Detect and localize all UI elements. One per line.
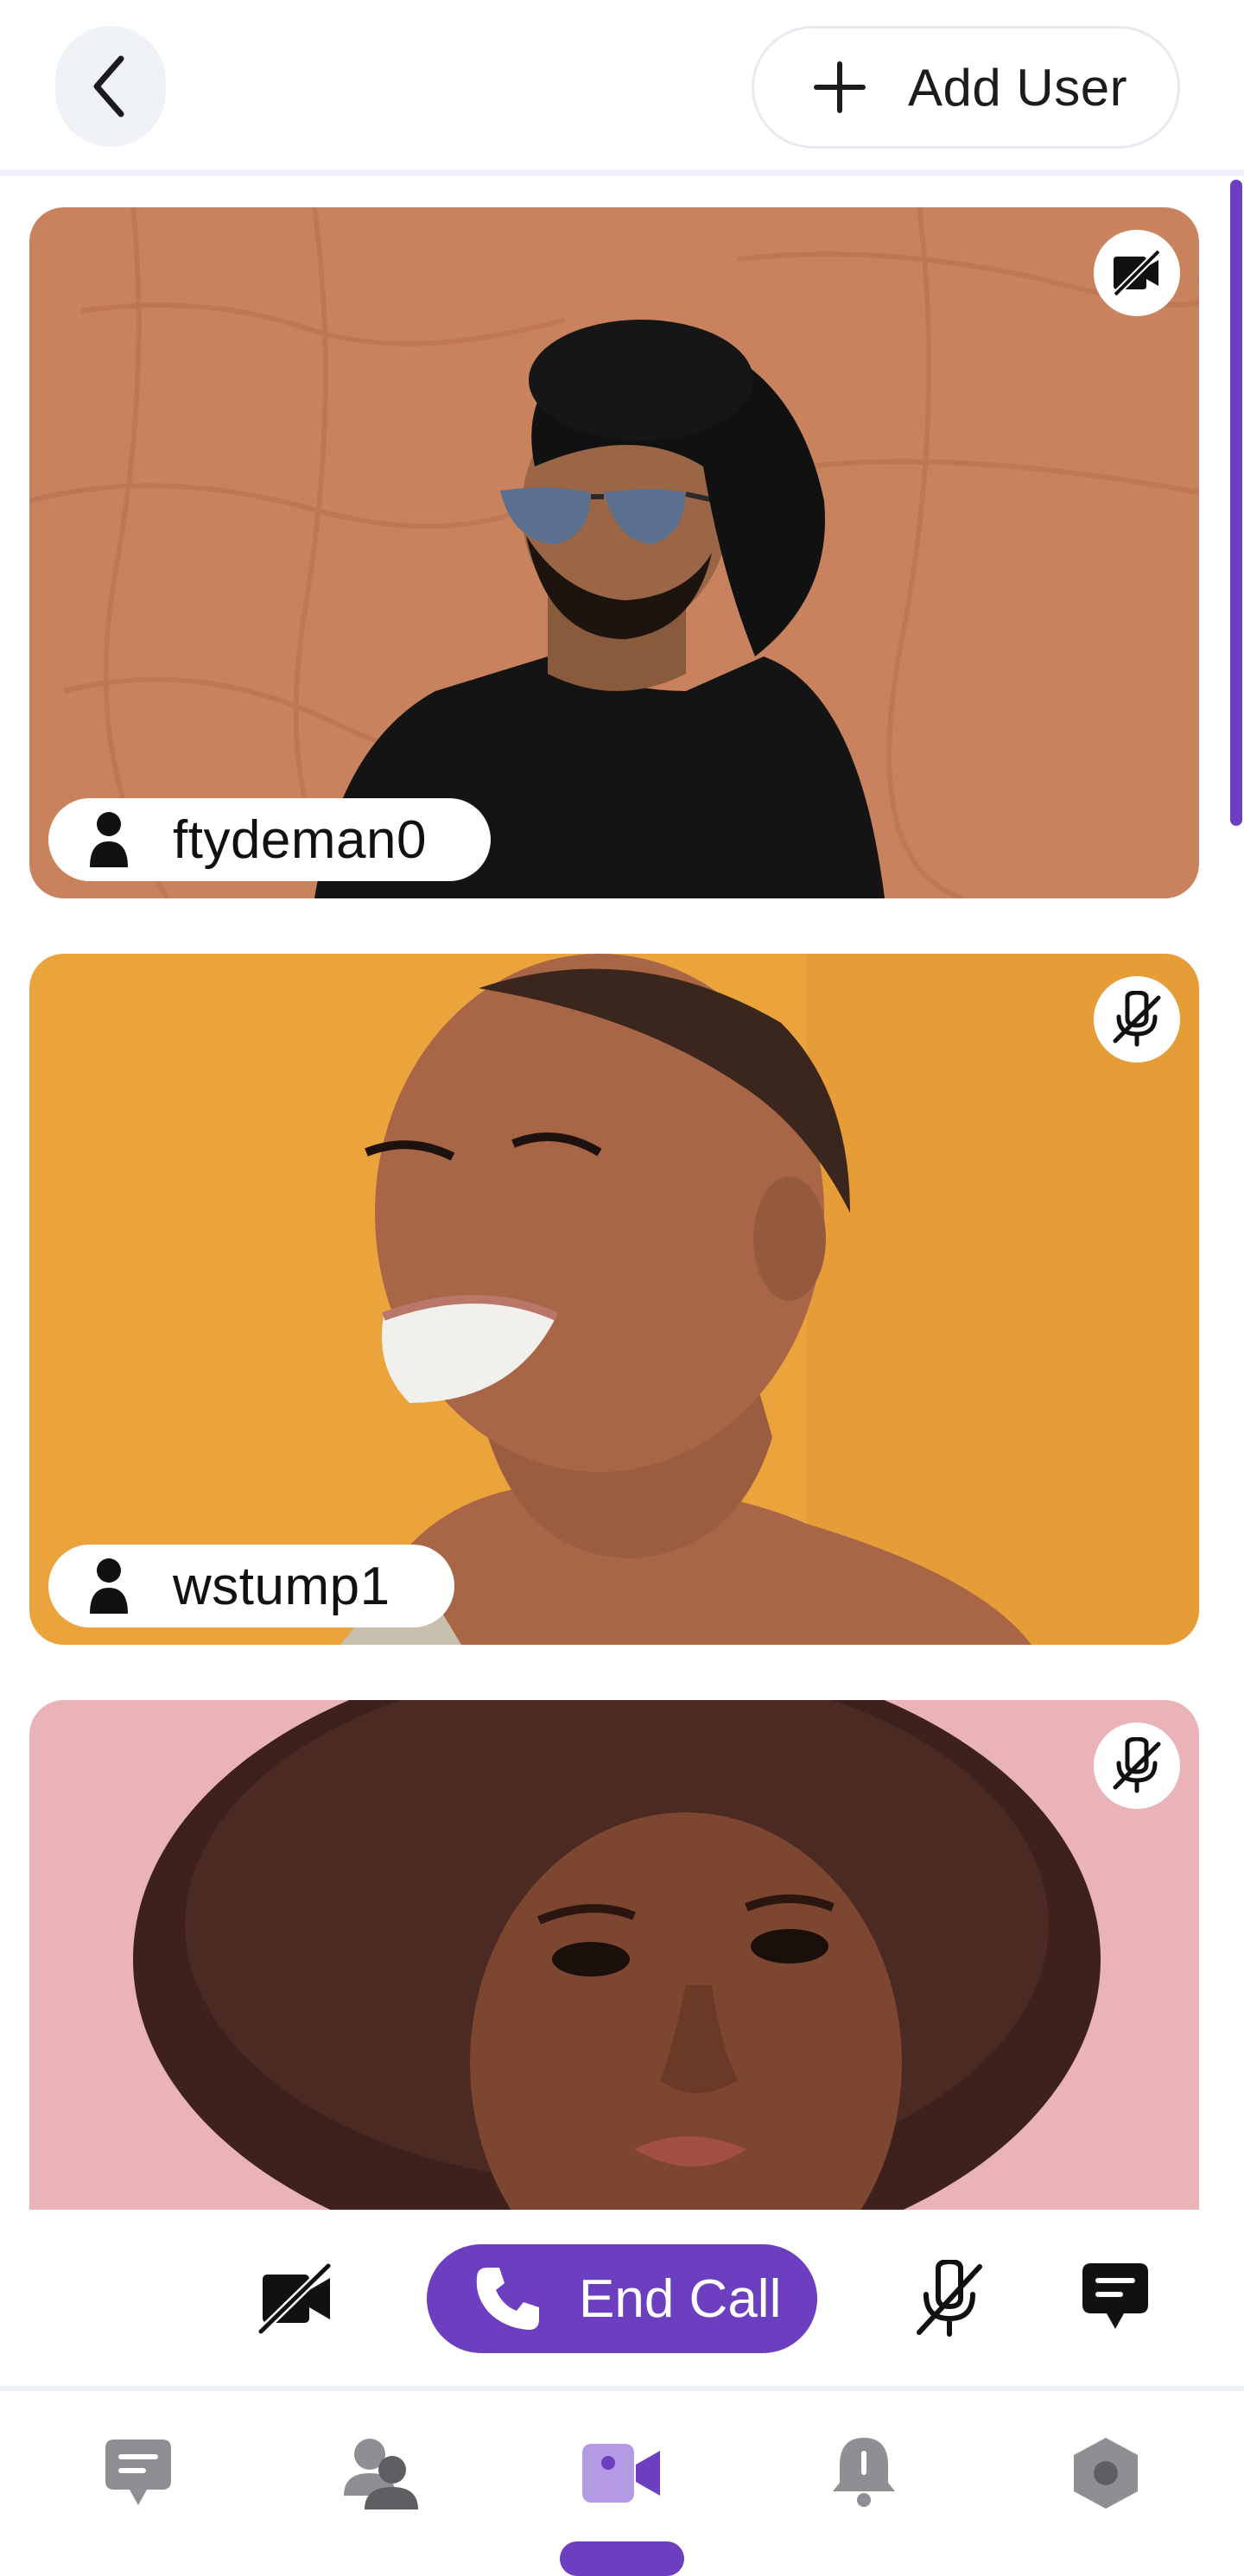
participant-username: wstump1 [173, 1556, 390, 1616]
bell-icon [833, 2438, 895, 2507]
chevron-left-icon [93, 55, 124, 117]
mic-off-icon [917, 2260, 982, 2337]
add-user-button[interactable]: Add User [752, 26, 1180, 149]
video-off-icon [257, 2262, 332, 2335]
participant-name-pill: wstump1 [48, 1545, 454, 1627]
participant-status-badge [1094, 230, 1180, 316]
participant-username: ftydeman0 [173, 809, 428, 870]
participant-tile[interactable]: wstump1 [29, 954, 1199, 1645]
back-button[interactable] [55, 26, 166, 147]
chat-icon [1082, 2263, 1148, 2329]
video-off-icon [1113, 249, 1161, 297]
participant-tile[interactable] [29, 1700, 1199, 2211]
toggle-camera-button[interactable] [251, 2258, 342, 2339]
participant-video [29, 207, 1199, 898]
plus-icon [814, 61, 866, 113]
open-chat-button[interactable] [1078, 2258, 1152, 2336]
participant-status-badge [1094, 976, 1180, 1063]
nav-item-notifications[interactable] [812, 2426, 916, 2521]
participant-name-pill: ftydeman0 [48, 798, 491, 881]
nav-item-settings[interactable] [1054, 2426, 1158, 2521]
participant-status-badge [1094, 1723, 1180, 1809]
person-icon [90, 812, 128, 867]
active-tab-indicator [560, 2541, 684, 2576]
phone-icon [476, 2268, 539, 2330]
chat-icon [105, 2440, 171, 2505]
participant-video [29, 1700, 1199, 2211]
settings-hex-icon [1074, 2438, 1138, 2509]
video-icon [582, 2444, 660, 2503]
bottom-nav [0, 2391, 1244, 2576]
top-bar: Add User [0, 0, 1244, 173]
participant-tile[interactable]: ftydeman0 [29, 207, 1199, 898]
end-call-label: End Call [579, 2268, 782, 2329]
person-icon [90, 1558, 128, 1614]
mic-off-icon [1113, 1737, 1161, 1793]
toggle-mic-button[interactable] [909, 2256, 990, 2343]
add-user-label: Add User [908, 58, 1128, 117]
end-call-button[interactable]: End Call [427, 2244, 817, 2353]
top-bar-divider [0, 169, 1244, 176]
users-icon [344, 2439, 418, 2509]
nav-item-video[interactable] [570, 2426, 674, 2521]
scrollbar-thumb[interactable] [1230, 180, 1242, 826]
mic-off-icon [1113, 991, 1161, 1047]
nav-item-users[interactable] [328, 2426, 432, 2521]
nav-item-chat[interactable] [86, 2426, 190, 2521]
participant-video [29, 954, 1199, 1645]
